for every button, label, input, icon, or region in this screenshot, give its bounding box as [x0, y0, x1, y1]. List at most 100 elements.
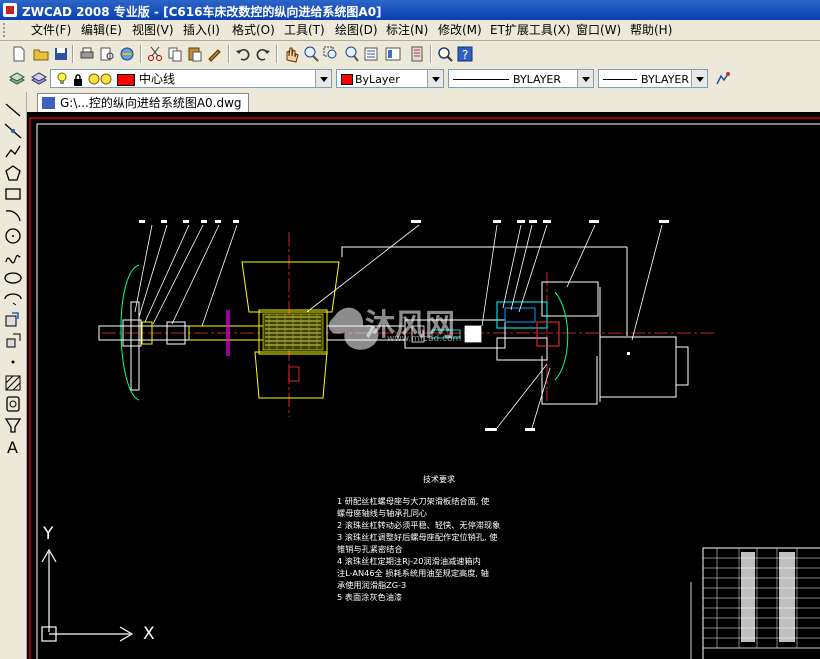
toolbar-separator: [430, 45, 432, 63]
insert-block-icon[interactable]: [3, 310, 23, 330]
spline-tool-icon[interactable]: [3, 247, 23, 267]
menu-window[interactable]: 窗口(W): [573, 22, 624, 38]
tool-palettes-icon[interactable]: [408, 45, 426, 63]
tech-requirements-title: 技术要求: [423, 475, 455, 484]
tech-line-9: 5 表面涂灰色油漆: [337, 592, 403, 602]
properties-icon[interactable]: [362, 45, 380, 63]
zoom-search-icon[interactable]: [436, 45, 454, 63]
zoom-realtime-icon[interactable]: [302, 45, 320, 63]
ellipse-arc-tool-icon[interactable]: [3, 289, 23, 309]
layer-dropdown[interactable]: 中心线: [50, 69, 332, 88]
toolbar-separator: [72, 45, 74, 63]
lineweight-sample: [603, 79, 637, 80]
tech-line-3: 2 滚珠丝杠转动必须平稳、轻快、无停滞现象: [337, 520, 501, 530]
ucs-icon: [41, 548, 134, 642]
menu-modify[interactable]: 修改(M): [435, 22, 485, 38]
hatch-tool-icon[interactable]: [3, 373, 23, 393]
drawing-canvas[interactable]: 沐风网 www.mfcad.com 技术要求 1 研配丝杠螺母座与大刀架滑板结合…: [27, 112, 820, 659]
paste-icon[interactable]: [186, 45, 204, 63]
print-icon[interactable]: [78, 45, 96, 63]
layer-previous-icon[interactable]: [30, 70, 48, 88]
table-tool-icon[interactable]: [3, 415, 23, 435]
layer-name: 中心线: [139, 72, 176, 86]
menu-format[interactable]: 格式(O): [229, 22, 278, 38]
drawing-file-icon: [42, 97, 55, 109]
arc-tool-icon[interactable]: [3, 205, 23, 225]
menu-insert[interactable]: 插入(I): [180, 22, 223, 38]
coupling-block: [464, 325, 482, 343]
toolbar-separator: [276, 45, 278, 63]
locating-pin: [288, 366, 300, 382]
pan-icon[interactable]: [282, 45, 300, 63]
lightbulb-icon: [57, 72, 67, 85]
redo-icon[interactable]: [254, 45, 272, 63]
menu-dimension[interactable]: 标注(N): [383, 22, 431, 38]
make-block-icon[interactable]: [3, 331, 23, 351]
bearing-seal: [536, 321, 560, 347]
cut-icon[interactable]: [146, 45, 164, 63]
svg-text:A: A: [7, 438, 18, 456]
polygon-tool-icon[interactable]: [3, 163, 23, 183]
tech-line-5: 锥销与孔紧密结合: [337, 544, 403, 554]
layer-manager-icon[interactable]: [8, 70, 26, 88]
layer-color-swatch: [117, 74, 135, 86]
publish-icon[interactable]: [118, 45, 136, 63]
point-tool-icon[interactable]: [3, 352, 23, 372]
menu-file[interactable]: 文件(F): [28, 22, 74, 38]
multiline-text-icon[interactable]: A: [3, 436, 23, 456]
open-file-icon[interactable]: [32, 45, 50, 63]
menu-help[interactable]: 帮助(H): [627, 22, 675, 38]
ellipse-tool-icon[interactable]: [3, 268, 23, 288]
menu-draw[interactable]: 绘图(D): [332, 22, 381, 38]
new-file-icon[interactable]: [10, 45, 28, 63]
tech-line-2: 螺母座轴线与轴承孔同心: [337, 508, 428, 518]
circle-tool-icon[interactable]: [3, 226, 23, 246]
print-preview-icon[interactable]: [98, 45, 116, 63]
plot-style-icon[interactable]: [714, 70, 732, 88]
watermark-url: www.mfcad.com: [387, 334, 462, 344]
draw-toolbar: A: [0, 92, 27, 659]
linetype-value: BYLAYER: [513, 73, 562, 86]
handwheel-arc: [120, 264, 140, 401]
nut-bracket-top: [241, 261, 340, 313]
match-properties-icon[interactable]: [206, 45, 224, 63]
construction-line-icon[interactable]: [3, 121, 23, 141]
menu-et[interactable]: ET扩展工具(X): [487, 22, 574, 38]
chevron-down-icon[interactable]: [577, 70, 593, 87]
menu-edit[interactable]: 编辑(E): [78, 22, 125, 38]
tech-line-8: 承使用润滑脂ZG-3: [337, 580, 407, 590]
title-bar: ZWCAD 2008 专业版 - [C616车床改数控的纵向进给系统图A0]: [0, 0, 820, 20]
app-logo-icon: [3, 3, 17, 17]
svg-text:?: ?: [462, 48, 468, 62]
nut-bracket-bottom: [254, 351, 328, 399]
menu-view[interactable]: 视图(V): [129, 22, 177, 38]
copy-icon[interactable]: [166, 45, 184, 63]
ballnut-thread: [262, 313, 324, 351]
region-tool-icon[interactable]: [3, 394, 23, 414]
tech-line-7: 注L-AN46全 损耗系统用油至规定高度, 轴: [337, 568, 489, 578]
chevron-down-icon[interactable]: [691, 70, 707, 87]
line-tool-icon[interactable]: [3, 100, 23, 120]
zoom-previous-icon[interactable]: [342, 45, 360, 63]
design-center-icon[interactable]: [384, 45, 402, 63]
lineweight-value: BYLAYER: [641, 73, 690, 86]
help-icon[interactable]: ?: [456, 45, 474, 63]
linetype-dropdown[interactable]: BYLAYER: [448, 69, 594, 88]
gearbox-top: [541, 281, 599, 317]
menu-bar: 文件(F) 编辑(E) 视图(V) 插入(I) 格式(O) 工具(T) 绘图(D…: [0, 20, 820, 41]
lineweight-dropdown[interactable]: BYLAYER: [598, 69, 708, 88]
rectangle-tool-icon[interactable]: [3, 184, 23, 204]
title-block: [690, 547, 820, 659]
color-dropdown[interactable]: ByLayer: [336, 69, 444, 88]
tab-document[interactable]: G:\...控的纵向进给系统图A0.dwg: [37, 93, 249, 113]
color-swatch: [341, 74, 353, 85]
save-icon[interactable]: [52, 45, 70, 63]
undo-icon[interactable]: [234, 45, 252, 63]
zoom-window-icon[interactable]: [322, 45, 340, 63]
polyline-tool-icon[interactable]: [3, 142, 23, 162]
linetype-sample: [453, 79, 509, 80]
chevron-down-icon[interactable]: [315, 70, 331, 87]
menu-tools[interactable]: 工具(T): [281, 22, 328, 38]
chevron-down-icon[interactable]: [427, 70, 443, 87]
ucs-x-label: X: [143, 624, 155, 644]
